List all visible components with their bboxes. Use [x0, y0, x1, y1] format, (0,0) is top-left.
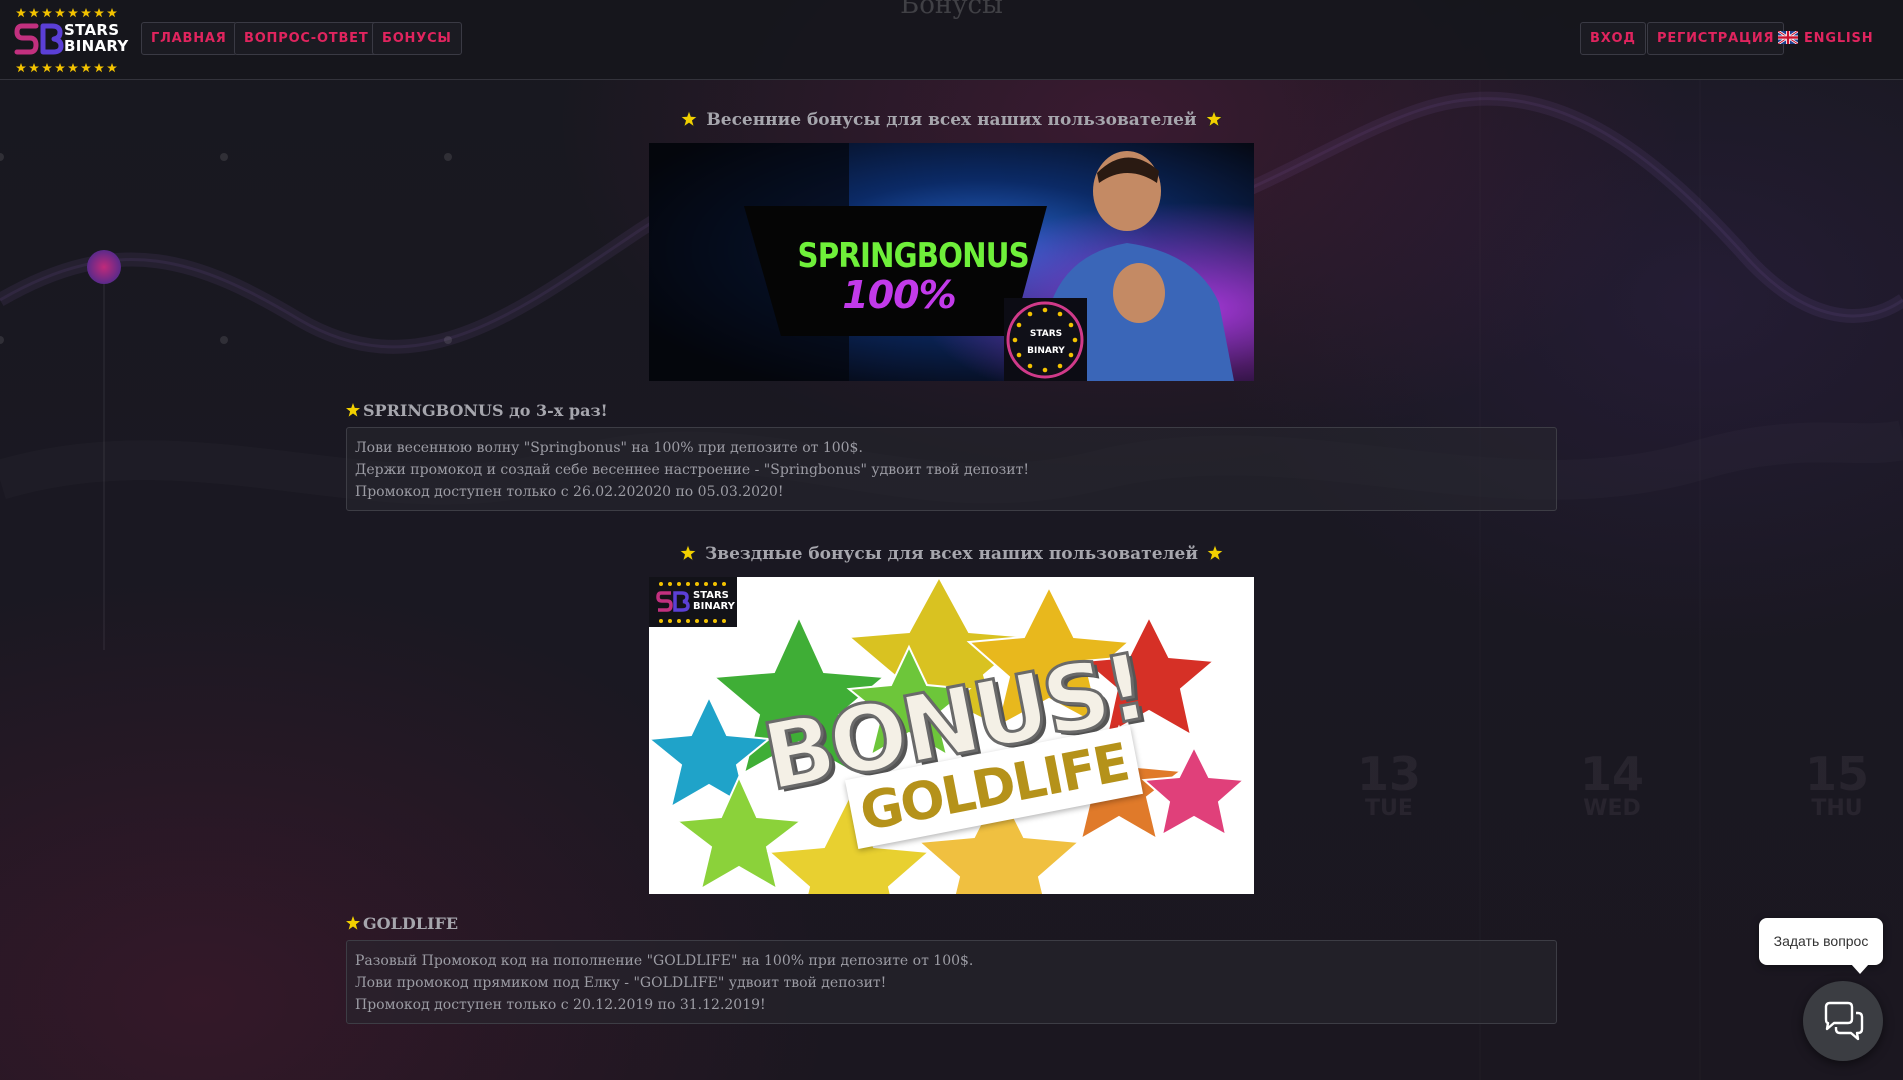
background-date-number: 13 [1356, 747, 1421, 801]
promo-line: Лови промокод прямиком под Елку - "GOLDL… [355, 975, 887, 991]
page-ghost-title: Бонусы [900, 0, 1003, 20]
background-date-number: 14 [1579, 747, 1644, 801]
star-icon [1205, 111, 1222, 127]
section-title-text: Звездные бонусы для всех наших пользоват… [705, 544, 1198, 564]
promo-name-text: SPRINGBONUS до 3-х раз! [363, 401, 608, 420]
logo-text-binary: BINARY [64, 37, 129, 55]
site-logo[interactable]: STARS BINARY [14, 7, 128, 73]
section-title-stars: Звездные бонусы для всех наших пользоват… [0, 543, 1903, 565]
background-date-day: WED [1583, 796, 1641, 821]
promo-name-springbonus: SPRINGBONUS до 3-х раз! [346, 400, 608, 422]
star-icon [681, 111, 698, 127]
chat-bubbles-icon [1824, 1001, 1864, 1041]
star-icon [346, 916, 360, 930]
promo-line: Держи промокод и создай себе весеннее на… [355, 462, 1029, 478]
background-date-13: 13 TUE [1349, 750, 1429, 820]
springbonus-banner-text: SPRINGBONUS [797, 236, 1030, 276]
background-date-day: THU [1811, 796, 1863, 821]
goldlife-banner: STARS BINARY BONUS! GOLDLIFE [649, 577, 1254, 894]
section-title-spring: Весенние бонусы для всех наших пользоват… [0, 109, 1903, 131]
promo-name-goldlife: GOLDLIFE [346, 913, 458, 935]
star-icon [346, 403, 360, 417]
language-switcher[interactable]: ENGLISH [1778, 22, 1873, 55]
logo-text-stars: STARS [64, 21, 120, 39]
promo-line: Промокод доступен только с 26.02.202020 … [355, 484, 784, 500]
springbonus-banner-percent: 100% [842, 273, 956, 317]
section-title-text: Весенние бонусы для всех наших пользоват… [706, 110, 1197, 130]
promo-description-springbonus: Лови весеннюю волну "Springbonus" на 100… [346, 427, 1557, 511]
promo-description-goldlife: Разовый Промокод код на пополнение "GOLD… [346, 940, 1557, 1024]
springbonus-banner: SPRINGBONUS 100% STARS BINARY [649, 143, 1254, 381]
register-button[interactable]: РЕГИСТРАЦИЯ [1647, 22, 1785, 55]
badge-text-binary: BINARY [1027, 346, 1065, 356]
star-icon [680, 545, 697, 561]
background-date-14: 14 WED [1572, 750, 1652, 820]
promo-line: Разовый Промокод код на пополнение "GOLD… [355, 953, 974, 969]
language-label: ENGLISH [1804, 31, 1874, 46]
chat-tooltip[interactable]: Задать вопрос [1759, 918, 1883, 974]
uk-flag-icon [1778, 31, 1798, 44]
nav-home-button[interactable]: ГЛАВНАЯ [141, 22, 237, 55]
badge-text-stars: STARS [1029, 329, 1063, 339]
background-date-day: TUE [1365, 796, 1413, 821]
promo-line: Промокод доступен только с 20.12.2019 по… [355, 997, 766, 1013]
nav-bonuses-button[interactable]: БОНУСЫ [372, 22, 462, 55]
site-header: Бонусы STARS BINARY ГЛАВНАЯ ВОПРОС-ОТВЕТ… [0, 0, 1903, 80]
background-date-number: 15 [1804, 747, 1869, 801]
corner-logo-text-stars: STARS [693, 590, 729, 601]
corner-logo-text-binary: BINARY [693, 601, 735, 612]
promo-line: Лови весеннюю волну "Springbonus" на 100… [355, 440, 863, 456]
login-button[interactable]: ВХОД [1580, 22, 1646, 55]
promo-name-text: GOLDLIFE [363, 914, 459, 933]
nav-faq-button[interactable]: ВОПРОС-ОТВЕТ [234, 22, 379, 55]
star-icon [1206, 545, 1223, 561]
chat-open-button[interactable] [1803, 981, 1883, 1061]
background-date-15: 15 THU [1797, 750, 1877, 820]
